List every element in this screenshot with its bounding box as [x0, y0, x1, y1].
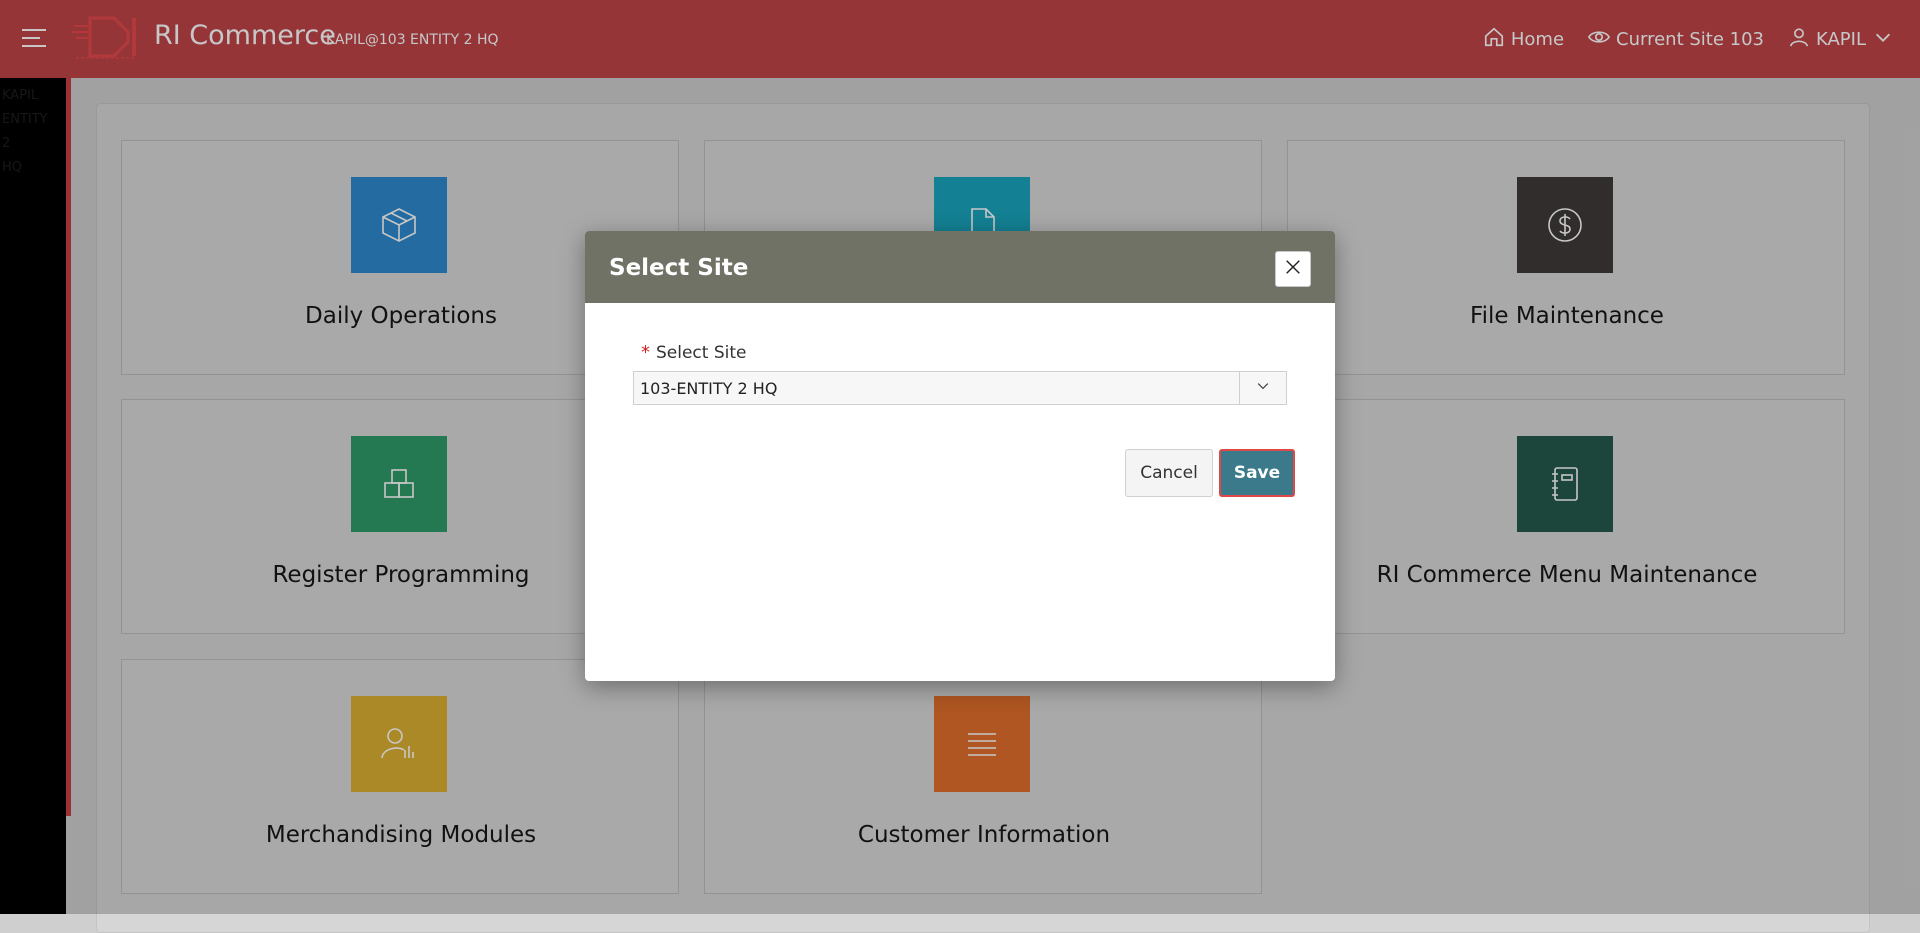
dialog-header: Select Site — [585, 231, 1335, 303]
close-icon — [1284, 258, 1302, 280]
required-indicator: * — [641, 342, 650, 363]
select-site-value: 103-ENTITY 2 HQ — [640, 379, 778, 398]
save-button[interactable]: Save — [1219, 449, 1295, 497]
select-site-dialog: Select Site * Select Site 103-ENTITY 2 HQ… — [585, 231, 1335, 681]
select-site-dropdown[interactable]: 103-ENTITY 2 HQ — [633, 371, 1287, 405]
close-dialog-button[interactable] — [1275, 251, 1311, 287]
dropdown-toggle[interactable] — [1239, 372, 1286, 404]
select-site-field-label: * Select Site — [641, 342, 747, 363]
cancel-button[interactable]: Cancel — [1125, 449, 1213, 497]
dialog-title: Select Site — [609, 255, 749, 281]
chevron-down-icon — [1255, 378, 1271, 398]
select-site-label-text: Select Site — [656, 343, 747, 363]
